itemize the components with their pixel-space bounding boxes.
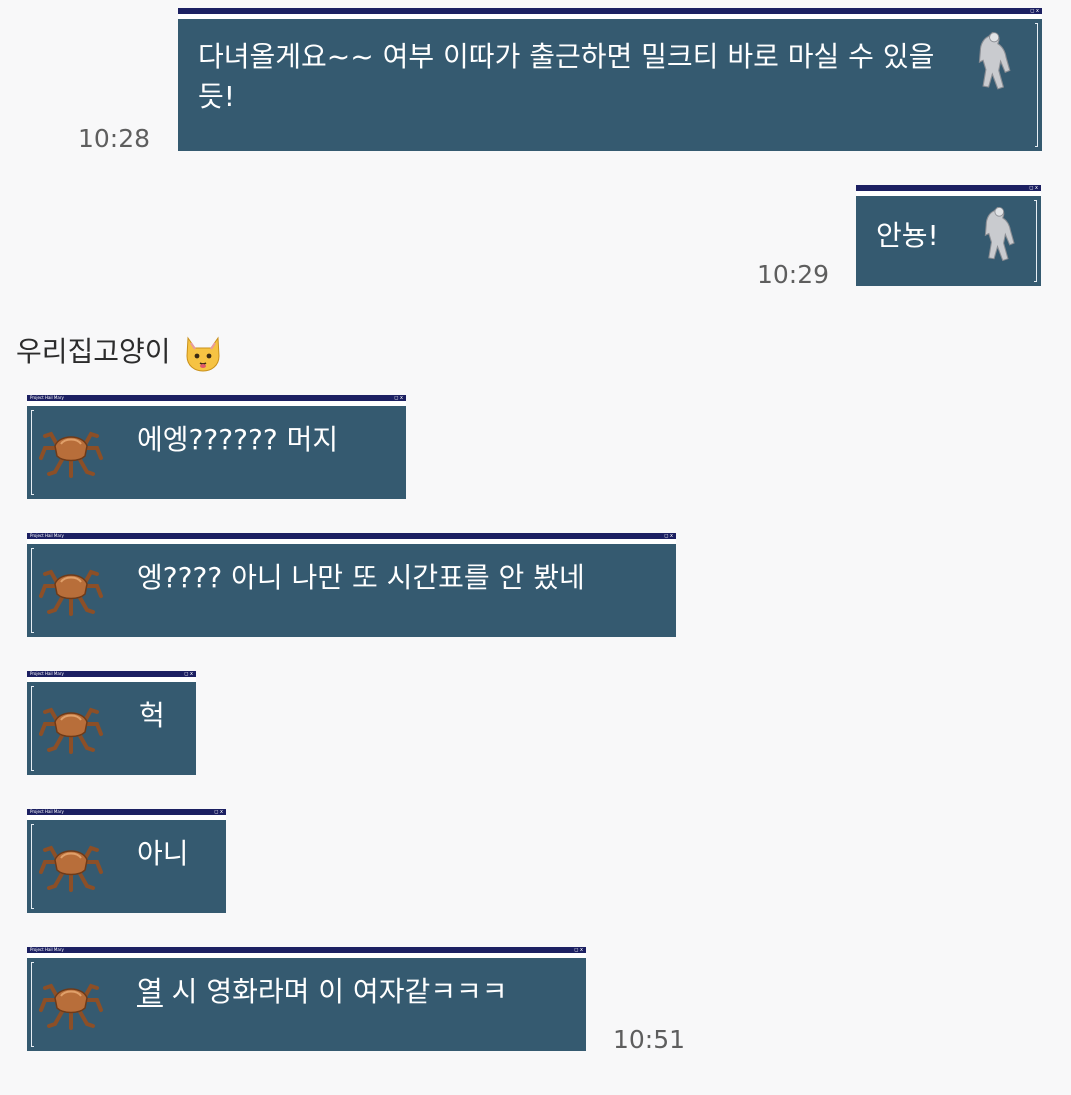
message-text: 헉	[139, 699, 165, 732]
rocky-spider-alien-icon	[39, 432, 103, 478]
message-bubble-7: Project Hail Mary ◻ x 열 시 영화라며 이 여자같ㅋㅋㅋ	[27, 947, 586, 1051]
sender-name-text: 우리집고양이	[16, 335, 171, 368]
sender-name: 우리집고양이	[16, 332, 223, 372]
astronaut-silhouette-icon	[978, 32, 1011, 90]
rocky-spider-alien-icon	[39, 984, 103, 1030]
window-frame	[31, 548, 34, 633]
timestamp: 10:29	[757, 260, 830, 289]
window-frame	[31, 962, 34, 1047]
cat-face-emoji-icon	[186, 336, 220, 372]
rocky-spider-alien-icon	[39, 708, 103, 754]
window-frame	[31, 824, 34, 909]
message-text: 에엥?????? 머지	[137, 423, 339, 456]
message-body: 아니	[27, 820, 226, 913]
message-bubble-5: Project Hail Mary ◻ x 헉	[27, 671, 196, 775]
message-body: 다녀올게요~~ 여부 이따가 출근하면 밀크티 바로 마실 수 있을 듯!	[178, 19, 1042, 151]
message-body: 안뇽!	[856, 196, 1041, 286]
timestamp: 10:28	[78, 124, 151, 153]
message-body: 헉	[27, 682, 196, 775]
window-frame	[1034, 200, 1037, 282]
message-text-rest: 시 영화라며 이 여자같ㅋㅋㅋ	[162, 975, 508, 1008]
message-bubble-6: Project Hail Mary ◻ x 아니	[27, 809, 226, 913]
message-text: 열 시 영화라며 이 여자같ㅋㅋㅋ	[137, 972, 508, 1012]
astronaut-silhouette-icon	[984, 206, 1015, 261]
message-bubble-2: ◻ x 안뇽!	[856, 185, 1041, 286]
message-text: 안뇽!	[876, 219, 939, 252]
message-body: 에엥?????? 머지	[27, 406, 406, 499]
message-body: 엥???? 아니 나만 또 시간표를 안 봤네	[27, 544, 676, 637]
timestamp: 10:51	[613, 1025, 686, 1054]
rocky-spider-alien-icon	[39, 570, 103, 616]
message-text: 아니	[137, 837, 189, 870]
window-frame	[31, 410, 34, 495]
message-text: 다녀올게요~~ 여부 이따가 출근하면 밀크티 바로 마실 수 있을 듯!	[198, 40, 935, 113]
message-bubble-3: Project Hail Mary ◻ x 에엥?????? 머지	[27, 395, 406, 499]
message-bubble-1: ◻ x 다녀올게요~~ 여부 이따가 출근하면 밀크티 바로 마실 수 있을 듯…	[178, 8, 1042, 151]
message-text: 엥???? 아니 나만 또 시간표를 안 봤네	[137, 561, 585, 594]
message-bubble-4: Project Hail Mary ◻ x 엥???? 아니 나만 또 시간표를 …	[27, 533, 676, 637]
rocky-spider-alien-icon	[39, 846, 103, 892]
window-frame	[1035, 23, 1038, 147]
window-frame	[31, 686, 34, 771]
underlined-word: 열	[137, 975, 163, 1008]
message-body: 열 시 영화라며 이 여자같ㅋㅋㅋ	[27, 958, 586, 1051]
